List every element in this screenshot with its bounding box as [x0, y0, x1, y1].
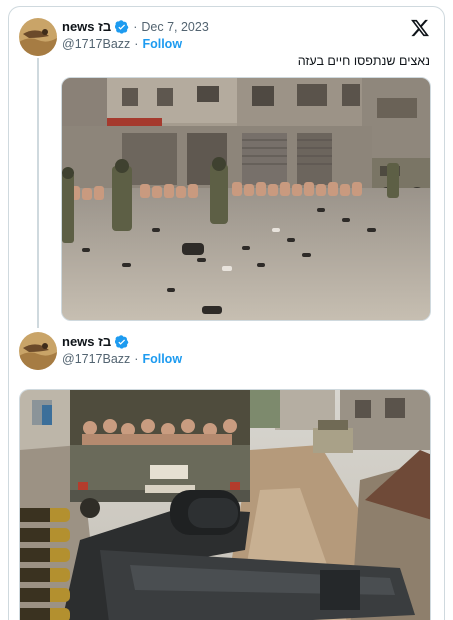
avatar[interactable] [19, 18, 57, 56]
author-row: news בז · Dec 7, 2023 [62, 19, 209, 34]
avatar-image [19, 332, 57, 370]
author-row: news בז [62, 334, 129, 349]
x-logo-icon[interactable] [410, 18, 430, 38]
tweet-date[interactable]: Dec 7, 2023 [141, 20, 208, 34]
follow-button[interactable]: Follow [142, 352, 182, 366]
tweet-text: נאצים שנתפסו חיים בעזה [297, 54, 430, 68]
handle-row: @1717Bazz · Follow [62, 352, 182, 366]
embedded-tweet-thread: news בז · Dec 7, 2023 @1717Bazz · Follow… [0, 0, 453, 620]
display-name[interactable]: news בז [62, 19, 111, 34]
tweet-media-image[interactable] [19, 389, 431, 620]
user-handle[interactable]: @1717Bazz [62, 37, 130, 51]
separator-dot: · [133, 19, 138, 34]
avatar[interactable] [19, 332, 57, 370]
user-handle[interactable]: @1717Bazz [62, 352, 130, 366]
verified-badge-icon [115, 19, 129, 34]
thread-connector-line [37, 58, 39, 328]
verified-badge-icon [115, 334, 129, 349]
tweet-media-image[interactable] [61, 77, 431, 321]
truck-scene-photo [20, 390, 430, 620]
follow-button[interactable]: Follow [142, 37, 182, 51]
separator-dot: · [134, 37, 139, 51]
display-name[interactable]: news בז [62, 334, 111, 349]
separator-dot: · [134, 352, 139, 366]
avatar-image [19, 18, 57, 56]
street-scene-photo [62, 78, 430, 320]
handle-row: @1717Bazz · Follow [62, 37, 182, 51]
